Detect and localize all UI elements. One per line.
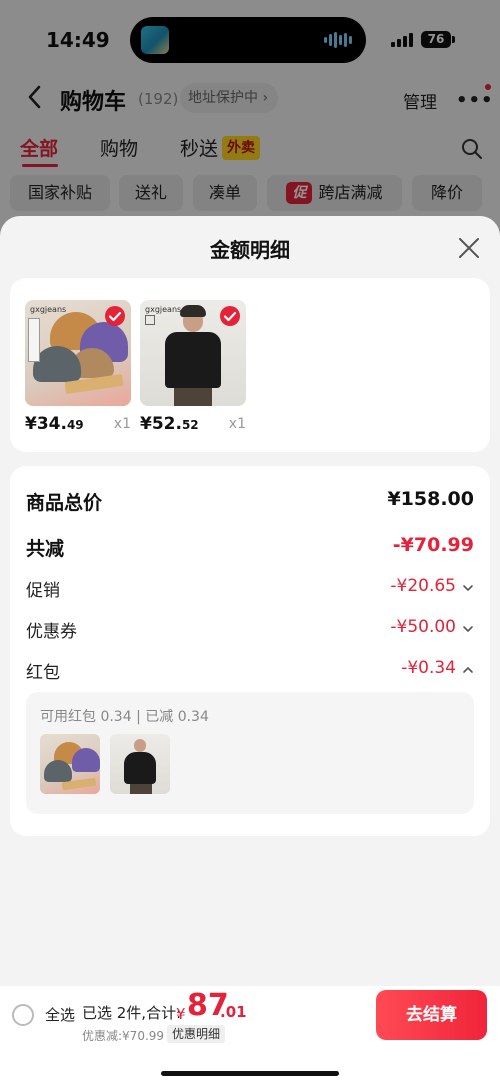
total-amount-decimal: .01	[220, 1003, 247, 1021]
row-promotion[interactable]: 促销 -¥20.65	[26, 574, 474, 602]
product-image-caps: gxgjeans	[25, 300, 131, 406]
product-brand: gxgjeans	[30, 305, 67, 314]
total-price-label: 商品总价	[26, 492, 103, 514]
red-packet-detail: 可用红包 0.34 | 已减 0.34	[26, 692, 474, 814]
chevron-down-icon	[463, 585, 473, 592]
product-image-tshirt: gxgjeans	[140, 300, 246, 406]
product-qty: x1	[113, 416, 131, 432]
product-brand: gxgjeans	[145, 305, 182, 314]
check-icon	[105, 306, 125, 326]
home-indicator	[161, 1071, 339, 1076]
total-reduce-label: 共减	[26, 538, 65, 560]
total-currency: ¥	[176, 1005, 186, 1023]
coupon-value: -¥50.00	[390, 617, 456, 637]
price-summary-card: 商品总价 ¥158.00 共减 -¥70.99 促销 -¥20.65 优惠券 -…	[10, 466, 490, 836]
red-packet-detail-text: 可用红包 0.34 | 已减 0.34	[40, 709, 209, 725]
total-reduce-value: -¥70.99	[392, 534, 474, 556]
selected-count-text: 已选 2件,合计:	[82, 1004, 182, 1022]
product-qty: x1	[228, 416, 246, 432]
discount-detail-button[interactable]: 优惠明细	[167, 1025, 226, 1043]
product-item[interactable]: gxgjeans ¥34.49 x1	[25, 300, 131, 438]
red-packet-product-image	[40, 734, 100, 794]
product-price: ¥34.49	[25, 414, 84, 434]
row-total-reduce: 共减 -¥70.99	[26, 532, 474, 560]
total-price-value: ¥158.00	[387, 488, 474, 510]
checkout-bar: 全选 已选 2件,合计: ¥ 87 .01 优惠减:¥70.99 优惠明细 去结…	[0, 986, 500, 1087]
product-item[interactable]: gxgjeans ¥52.52 x1	[140, 300, 246, 438]
red-packet-label: 红包	[26, 663, 60, 683]
check-icon	[220, 306, 240, 326]
coupon-label: 优惠券	[26, 622, 77, 642]
promotion-label: 促销	[26, 581, 60, 601]
row-total-price: 商品总价 ¥158.00	[26, 486, 474, 514]
sheet-title: 金额明细	[210, 238, 290, 262]
select-all-radio-icon[interactable]	[12, 1004, 34, 1026]
discount-text: 优惠减:¥70.99	[82, 1029, 165, 1043]
product-price: ¥52.52	[140, 414, 199, 434]
row-coupon[interactable]: 优惠券 -¥50.00	[26, 615, 474, 643]
chevron-up-icon	[463, 666, 473, 673]
selected-products-card: gxgjeans ¥34.49 x1 gxgjeans ¥52.52 x1	[10, 278, 490, 452]
row-red-packet[interactable]: 红包 -¥0.34	[26, 656, 474, 684]
close-icon[interactable]	[457, 236, 481, 260]
red-packet-product-image	[110, 734, 170, 794]
red-packet-value: -¥0.34	[401, 658, 456, 678]
promotion-value: -¥20.65	[390, 576, 456, 596]
checkout-button[interactable]: 去结算	[376, 990, 487, 1040]
chevron-down-icon	[463, 626, 473, 633]
select-all-label[interactable]: 全选	[45, 1004, 75, 1025]
amount-detail-sheet: 金额明细 gxgjeans ¥34.49 x1 gxgjeans ¥52.52	[0, 216, 500, 1087]
